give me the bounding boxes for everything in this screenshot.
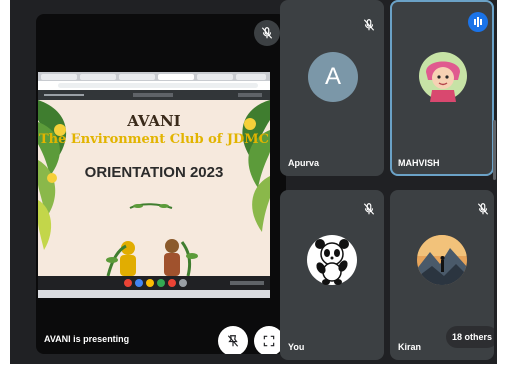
pdf-filename [44,94,84,96]
mic-off-icon [356,12,382,38]
slide-subtitle: The Environment Club of JDMC [38,132,270,147]
slide: AVANI The Environment Club of JDMC ORIEN… [38,100,270,276]
pdf-toolbar [38,90,270,100]
participant-tile-apurva[interactable]: A Apurva [280,0,384,176]
browser-address-bar [38,81,270,90]
participant-name: Apurva [288,158,320,168]
participant-name: MAHVISH [398,158,440,168]
panda-avatar [307,235,357,285]
fullscreen-icon [263,335,275,347]
participant-tile-mahvish[interactable]: MAHVISH [390,0,494,176]
participant-name: Kiran [398,342,422,352]
shared-screen: AVANI The Environment Club of JDMC ORIEN… [38,72,270,298]
taskbar-app-icon [179,279,187,287]
browser-tab [197,74,233,80]
pdf-actions [238,93,262,97]
pin-off-icon [227,335,239,347]
browser-tab-strip [38,72,270,81]
browser-tab [80,74,116,80]
participant-tile-you[interactable]: You [280,190,384,360]
slide-event-title: ORIENTATION 2023 [84,164,224,181]
speaking-indicator-icon [468,12,488,32]
taskbar-app-icon [168,279,176,287]
avatar: A [308,52,358,102]
mountain-landscape-avatar [417,235,467,285]
meet-window: AVANI The Environment Club of JDMC ORIEN… [10,0,497,364]
mic-off-icon [470,196,494,222]
browser-tab [236,74,266,80]
pdf-page-controls [133,93,173,97]
os-taskbar [38,276,270,290]
taskbar-app-icon [157,279,165,287]
browser-tab-active [158,74,194,80]
presentation-stage: AVANI The Environment Club of JDMC ORIEN… [36,14,286,354]
scrollbar[interactable] [493,120,496,180]
url-field [58,83,258,88]
mic-off-icon [356,196,382,222]
taskbar-app-icon [146,279,154,287]
browser-tab [119,74,155,80]
taskbar-tray [230,281,264,285]
others-count-button[interactable]: 18 others [446,326,494,348]
browser-tab [41,74,77,80]
unpin-button[interactable] [218,326,248,354]
participant-tile-kiran[interactable]: Kiran 18 others [390,190,494,360]
participant-name: You [288,342,305,352]
presenting-label: AVANI is presenting [44,334,130,344]
taskbar-app-icon [135,279,143,287]
slide-title: AVANI [127,112,181,130]
cartoon-girl-avatar [419,52,467,102]
stage-mic-off-icon [254,20,280,46]
taskbar-app-icon [124,279,132,287]
